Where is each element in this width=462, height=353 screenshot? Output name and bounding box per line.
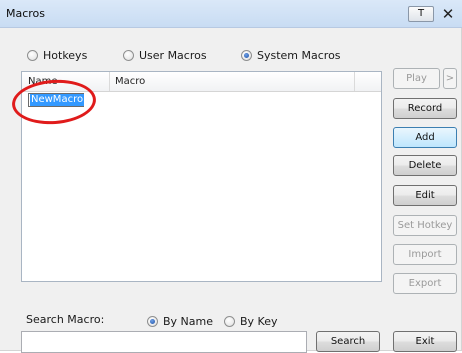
radio-user-macros[interactable]: User Macros <box>123 49 207 62</box>
play-options-button[interactable]: > <box>443 68 457 89</box>
radio-by-key-label: By Key <box>240 315 278 328</box>
export-button[interactable]: Export <box>393 273 457 294</box>
search-input[interactable] <box>21 331 307 353</box>
radio-by-key[interactable]: By Key <box>224 315 278 328</box>
radio-system-macros-label: System Macros <box>257 49 341 62</box>
exit-button[interactable]: Exit <box>393 331 457 352</box>
radio-circle[interactable] <box>123 50 134 61</box>
title-bar: Macros T ✕ <box>0 0 462 28</box>
window-title: Macros <box>6 7 46 20</box>
column-macro-header[interactable]: Macro <box>115 76 145 87</box>
column-divider[interactable] <box>354 72 355 91</box>
radio-user-macros-label: User Macros <box>139 49 207 62</box>
search-macro-label: Search Macro: <box>26 313 105 326</box>
edit-button[interactable]: Edit <box>393 185 457 206</box>
radio-hotkeys-label: Hotkeys <box>43 49 88 62</box>
delete-button[interactable]: Delete <box>393 155 457 176</box>
close-icon[interactable]: ✕ <box>440 5 456 23</box>
pin-button[interactable]: T <box>408 6 434 22</box>
search-button[interactable]: Search <box>316 331 380 352</box>
radio-system-macros[interactable]: System Macros <box>241 49 341 62</box>
import-button[interactable]: Import <box>393 244 457 265</box>
macros-dialog: Macros T ✕ Hotkeys User Macros System Ma… <box>0 0 462 353</box>
record-button[interactable]: Record <box>393 98 457 119</box>
radio-circle[interactable] <box>27 50 38 61</box>
radio-hotkeys[interactable]: Hotkeys <box>27 49 87 62</box>
radio-circle-selected[interactable] <box>241 50 252 61</box>
add-button[interactable]: Add <box>393 127 457 148</box>
radio-by-name-label: By Name <box>163 315 214 328</box>
play-button[interactable]: Play <box>393 68 440 89</box>
radio-circle-selected[interactable] <box>147 316 158 327</box>
radio-by-name[interactable]: By Name <box>147 315 213 328</box>
column-divider[interactable] <box>109 72 110 91</box>
radio-circle[interactable] <box>224 316 235 327</box>
set-hotkey-button[interactable]: Set Hotkey <box>393 215 457 236</box>
